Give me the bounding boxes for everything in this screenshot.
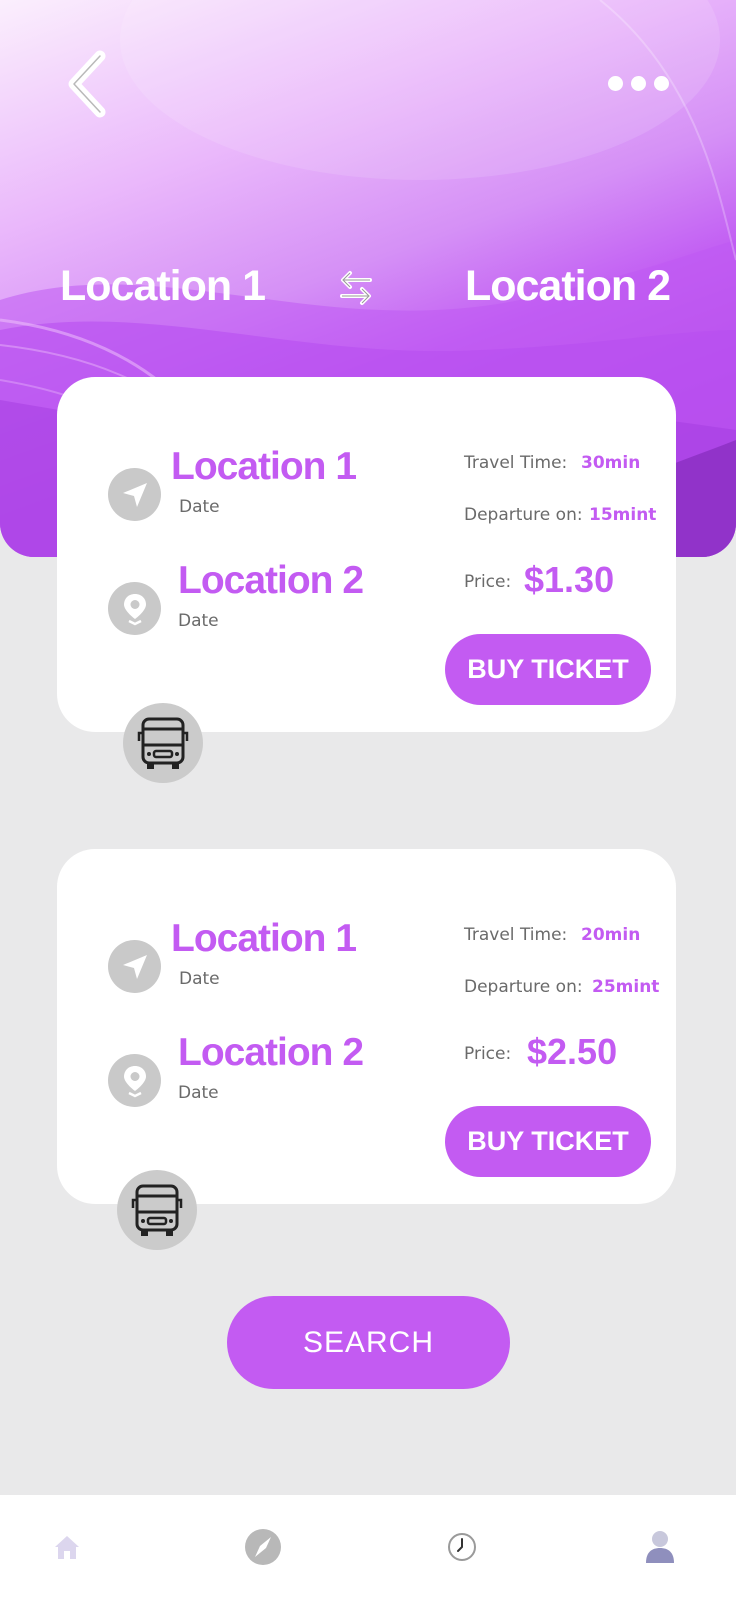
swap-arrows-icon bbox=[340, 271, 372, 305]
home-icon bbox=[55, 1536, 79, 1559]
more-options-button[interactable] bbox=[600, 68, 676, 98]
nav-history[interactable] bbox=[440, 1525, 484, 1569]
origin-location[interactable]: Location 1 bbox=[60, 262, 266, 311]
map-pin-icon bbox=[108, 582, 161, 635]
travel-time-value: 20min bbox=[581, 925, 641, 945]
chevron-left-icon bbox=[68, 50, 106, 118]
navigation-arrow-icon bbox=[108, 940, 161, 993]
nav-profile[interactable] bbox=[638, 1525, 682, 1569]
ticket-origin: Location 1 bbox=[171, 445, 357, 488]
ticket-destination: Location 2 bbox=[178, 1031, 364, 1074]
ticket-card: Location 1 Date Location 2 Date Travel T… bbox=[57, 377, 676, 732]
price-value: $1.30 bbox=[524, 559, 615, 600]
price-value: $2.50 bbox=[527, 1031, 618, 1072]
buy-ticket-button[interactable]: BUY TICKET bbox=[445, 1106, 651, 1177]
departure-label: Departure on: bbox=[464, 505, 583, 525]
destination-location[interactable]: Location 2 bbox=[465, 262, 671, 311]
price-label: Price: bbox=[464, 572, 512, 592]
more-dots-icon bbox=[608, 76, 623, 91]
origin-date: Date bbox=[179, 969, 220, 989]
departure-value: 15mint bbox=[589, 505, 657, 525]
compass-icon bbox=[245, 1529, 281, 1565]
clock-icon bbox=[448, 1533, 476, 1561]
bus-icon bbox=[123, 703, 203, 783]
origin-date: Date bbox=[179, 497, 220, 517]
nav-home[interactable] bbox=[45, 1525, 89, 1569]
ticket-destination: Location 2 bbox=[178, 559, 364, 602]
back-button[interactable] bbox=[62, 48, 118, 120]
destination-date: Date bbox=[178, 1083, 219, 1103]
bus-icon bbox=[117, 1170, 197, 1250]
search-button[interactable]: SEARCH bbox=[227, 1296, 510, 1389]
buy-ticket-button[interactable]: BUY TICKET bbox=[445, 634, 651, 705]
price-label: Price: bbox=[464, 1044, 512, 1064]
travel-time-value: 30min bbox=[581, 453, 641, 473]
destination-date: Date bbox=[178, 611, 219, 631]
swap-locations-button[interactable] bbox=[334, 266, 378, 310]
nav-explore[interactable] bbox=[241, 1525, 285, 1569]
user-icon bbox=[646, 1531, 674, 1563]
departure-label: Departure on: bbox=[464, 977, 583, 997]
travel-time-label: Travel Time: bbox=[464, 453, 568, 473]
navigation-arrow-icon bbox=[108, 468, 161, 521]
ticket-card: Location 1 Date Location 2 Date Travel T… bbox=[57, 849, 676, 1204]
map-pin-icon bbox=[108, 1054, 161, 1107]
departure-value: 25mint bbox=[592, 977, 660, 997]
ticket-origin: Location 1 bbox=[171, 917, 357, 960]
bottom-navigation bbox=[0, 1495, 736, 1600]
travel-time-label: Travel Time: bbox=[464, 925, 568, 945]
